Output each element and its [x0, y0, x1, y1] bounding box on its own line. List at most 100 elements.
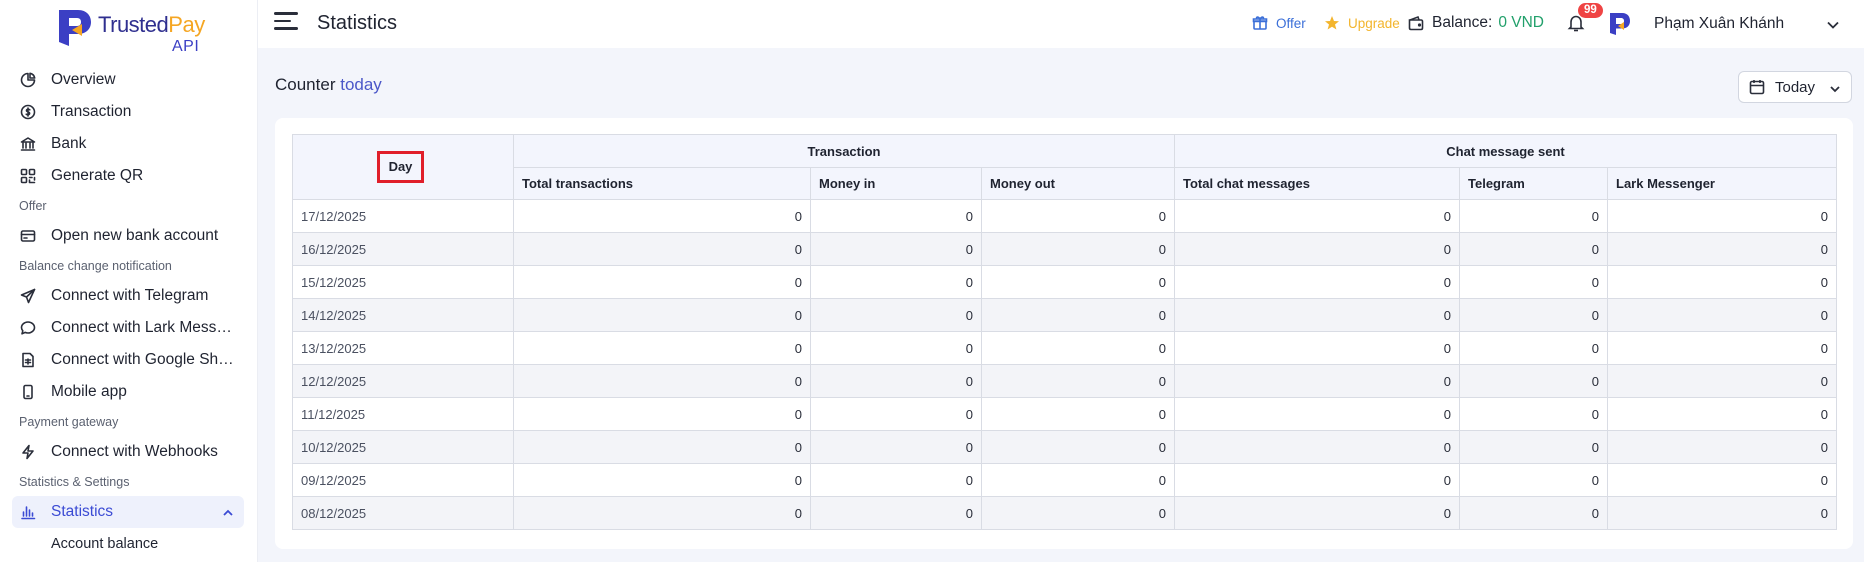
table-cell: 0	[981, 430, 1175, 464]
user-avatar[interactable]	[1608, 12, 1632, 36]
sidebar-item-label: Generate QR	[51, 167, 144, 184]
day-header-highlight: Day	[376, 151, 425, 183]
table-cell: 0	[1459, 397, 1608, 431]
offer-link[interactable]: Offer	[1252, 15, 1306, 31]
table-cell: 0	[513, 463, 811, 497]
sidebar-item-label: Connect with Telegram	[51, 287, 209, 304]
column-header-total-transactions: Total transactions	[513, 167, 811, 200]
column-header-telegram: Telegram	[1459, 167, 1608, 200]
trustedpay-logo-icon	[59, 10, 91, 46]
sidebar-item-connect-with-lark-messenger[interactable]: Connect with Lark Messenger	[12, 312, 244, 344]
table-cell: 0	[1606, 232, 1838, 266]
table-cell: 0	[1459, 232, 1608, 266]
table-cell: 0	[1459, 430, 1608, 464]
sidebar-item-overview[interactable]: Overview	[12, 64, 244, 96]
table-cell: 0	[1174, 199, 1460, 233]
gift-icon	[1252, 16, 1268, 30]
sidebar-item-connect-with-webhooks[interactable]: Connect with Webhooks	[12, 436, 244, 468]
table-cell: 0	[1459, 364, 1608, 398]
table-cell: 0	[1606, 463, 1838, 497]
table-cell: 0	[1459, 463, 1608, 497]
table-cell: 0	[810, 463, 982, 497]
sidebar-item-label: Overview	[51, 71, 116, 88]
table-cell-day: 16/12/2025	[292, 232, 514, 266]
wallet-icon	[1408, 15, 1424, 31]
table-cell: 0	[810, 232, 982, 266]
table-cell: 0	[513, 232, 811, 266]
sidebar-item-label: Mobile app	[51, 383, 127, 400]
table-cell: 0	[810, 199, 982, 233]
balance-display[interactable]: Balance: 0 VND	[1408, 14, 1544, 32]
offer-label: Offer	[1276, 15, 1306, 31]
table-cell-day: 15/12/2025	[292, 265, 514, 299]
sidebar-section-balance-change-notification: Balance change notification	[19, 259, 172, 273]
sidebar-item-open-new-bank-account[interactable]: Open new bank account	[12, 220, 244, 252]
sidebar-item-bank[interactable]: Bank	[12, 128, 244, 160]
brand-name: TrustedPay	[98, 12, 205, 37]
sidebar-item-statistics[interactable]: Statistics	[12, 496, 244, 528]
sidebar: TrustedPay API Overview Transaction Bank Ge…	[0, 0, 258, 562]
table-cell: 0	[810, 265, 982, 299]
table-cell: 0	[810, 331, 982, 365]
table-cell: 0	[513, 298, 811, 332]
table-row: 13/12/2025 0 0 0 0 0 0	[292, 331, 1838, 365]
sheet-icon	[20, 352, 36, 368]
table-cell: 0	[1174, 331, 1460, 365]
sidebar-item-connect-with-telegram[interactable]: Connect with Telegram	[12, 280, 244, 312]
sidebar-subitem-account-balance[interactable]: Account balance	[12, 528, 244, 560]
sidebar-section-payment-gateway: Payment gateway	[19, 415, 119, 429]
table-cell: 0	[513, 265, 811, 299]
table-cell: 0	[810, 364, 982, 398]
top-header: Statistics Offer Upgrade Balance: 0 VND …	[258, 0, 1864, 48]
table-cell: 0	[810, 430, 982, 464]
group-header-transaction: Transaction	[513, 134, 1175, 168]
date-filter-value: Today	[1775, 78, 1816, 96]
table-cell: 0	[810, 397, 982, 431]
table-cell-day: 08/12/2025	[292, 496, 514, 530]
chevron-up-icon[interactable]	[222, 506, 234, 518]
table-cell: 0	[981, 331, 1175, 365]
table-cell: 0	[1459, 496, 1608, 530]
chat-icon	[20, 320, 36, 336]
upgrade-link[interactable]: Upgrade	[1324, 15, 1400, 31]
sidebar-item-label: Bank	[51, 135, 87, 152]
pie-chart-icon	[20, 72, 36, 88]
chevron-down-icon	[1829, 82, 1841, 94]
column-header-money-in: Money in	[810, 167, 982, 200]
table-row: 08/12/2025 0 0 0 0 0 0	[292, 496, 1838, 530]
table-cell-day: 17/12/2025	[292, 199, 514, 233]
table-row: 16/12/2025 0 0 0 0 0 0	[292, 232, 1838, 266]
table-cell: 0	[981, 232, 1175, 266]
chevron-down-icon[interactable]	[1826, 18, 1840, 32]
table-cell: 0	[1459, 331, 1608, 365]
sidebar-item-mobile-app[interactable]: Mobile app	[12, 376, 244, 408]
table-cell-day: 12/12/2025	[292, 364, 514, 398]
card-plus-icon	[20, 228, 36, 244]
sidebar-item-connect-with-google-sheets[interactable]: Connect with Google Sheets	[12, 344, 244, 376]
balance-value: 0 VND	[1498, 14, 1544, 31]
menu-toggle-icon[interactable]	[274, 12, 298, 36]
brand-logo[interactable]: TrustedPay API	[56, 6, 206, 58]
table-cell: 0	[1174, 265, 1460, 299]
bank-icon	[20, 136, 36, 152]
user-name[interactable]: Phạm Xuân Khánh	[1654, 15, 1784, 33]
table-cell: 0	[1174, 397, 1460, 431]
table-row: 14/12/2025 0 0 0 0 0 0	[292, 298, 1838, 332]
sidebar-item-generate-qr[interactable]: Generate QR	[12, 160, 244, 192]
send-icon	[20, 288, 36, 304]
date-filter-dropdown[interactable]: Today	[1738, 71, 1852, 103]
sidebar-item-transaction[interactable]: Transaction	[12, 96, 244, 128]
group-header-chat: Chat message sent	[1173, 134, 1838, 168]
table-cell: 0	[981, 199, 1175, 233]
table-cell: 0	[1606, 397, 1838, 431]
sidebar-section-statistics-settings: Statistics & Settings	[19, 475, 130, 489]
table-row: 10/12/2025 0 0 0 0 0 0	[292, 430, 1838, 464]
sidebar-item-label: Connect with Google Sheets	[51, 351, 236, 368]
page-title: Statistics	[317, 12, 398, 34]
table-row: 15/12/2025 0 0 0 0 0 0	[292, 265, 1838, 299]
table-cell: 0	[1459, 265, 1608, 299]
notification-badge: 99	[1578, 3, 1603, 18]
table-cell-day: 10/12/2025	[292, 430, 514, 464]
table-cell: 0	[1174, 364, 1460, 398]
table-cell-day: 13/12/2025	[292, 331, 514, 365]
